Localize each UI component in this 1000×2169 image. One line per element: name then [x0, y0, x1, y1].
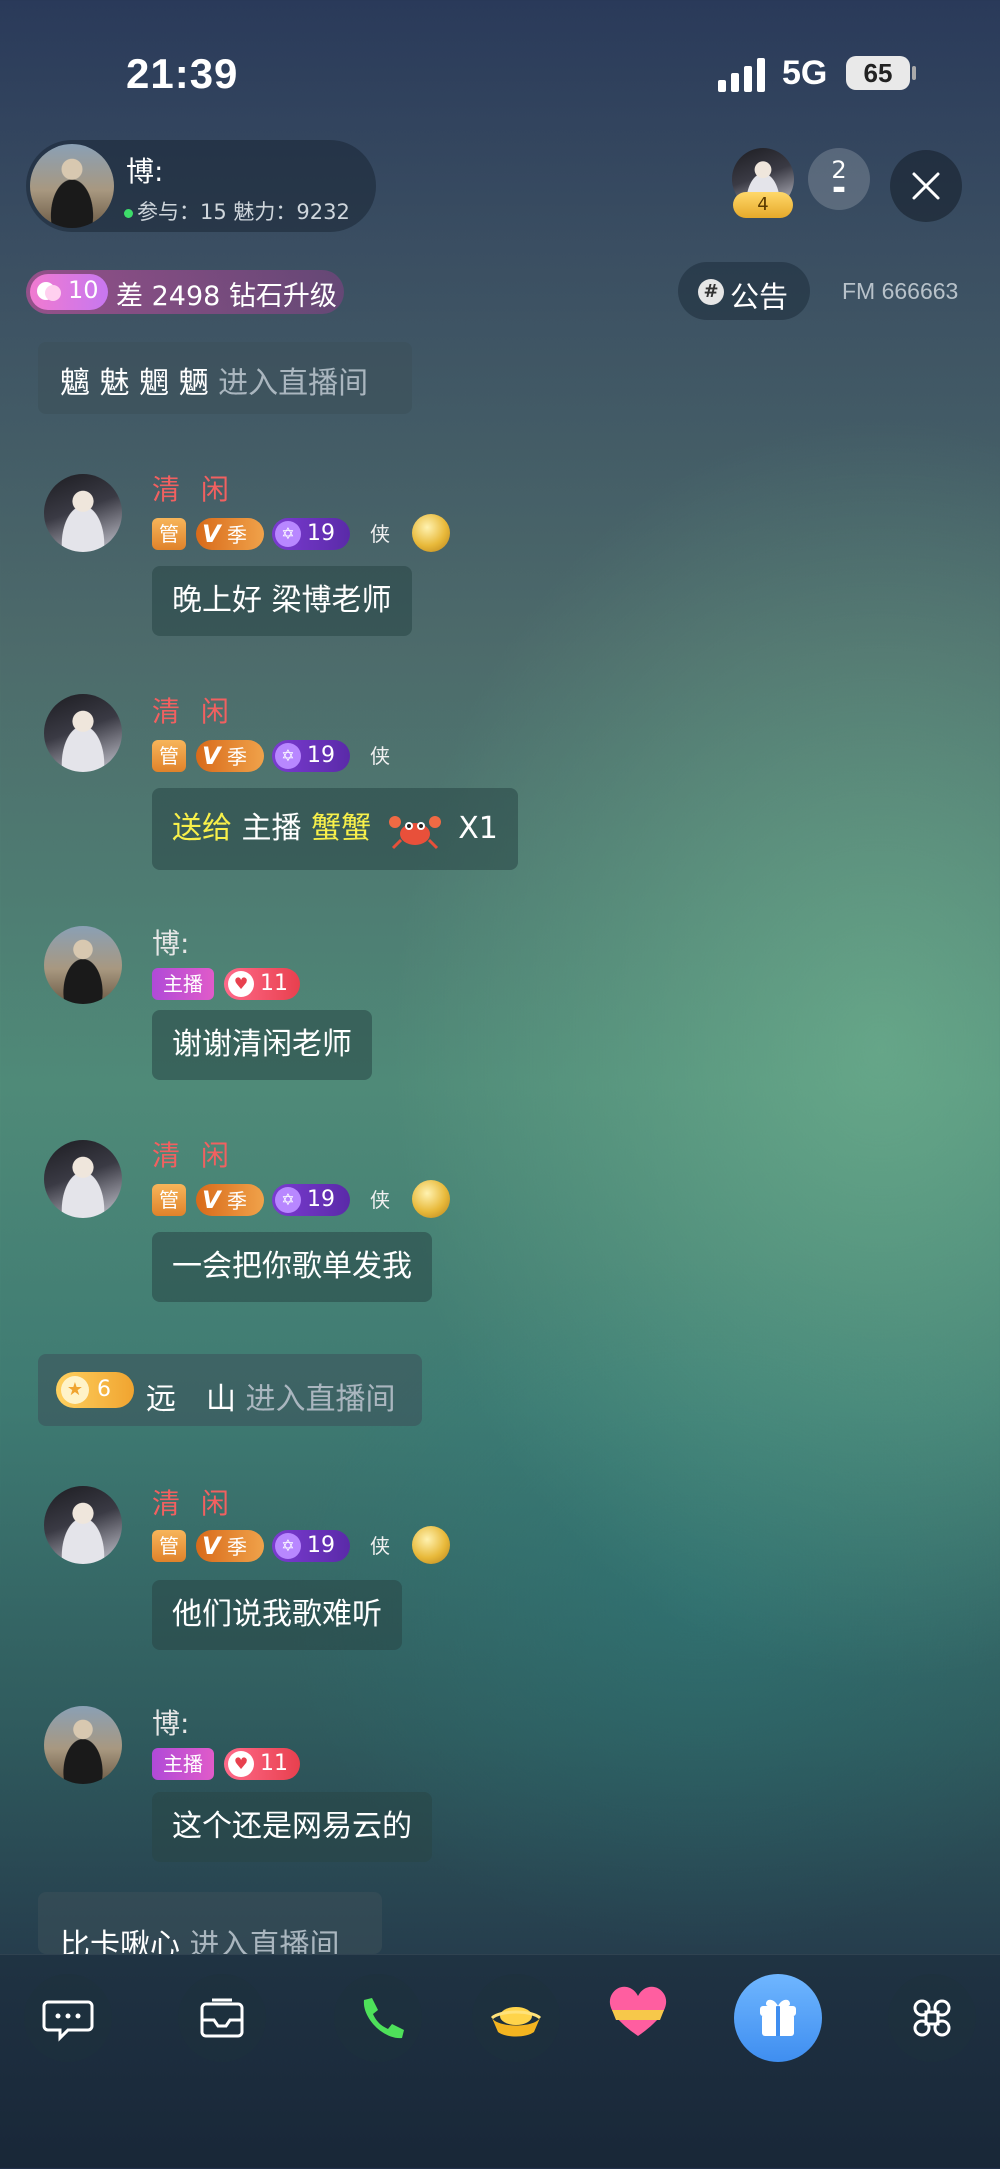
- gold-ingot-icon: [490, 2007, 542, 2037]
- admin-badge: 管: [152, 1184, 186, 1216]
- system-message-text: 比卡啾心 进入直播间: [60, 1920, 340, 1954]
- chevron-down-icon: ▬: [832, 181, 846, 197]
- command-grid-icon: [913, 1999, 951, 2037]
- inbox-icon: [200, 1998, 244, 2038]
- network-label: 5G: [782, 54, 828, 92]
- chat-bubble: 这个还是网易云的: [152, 1792, 432, 1862]
- chat-bubble: 一会把你歌单发我: [152, 1232, 432, 1302]
- online-dot: [124, 208, 133, 218]
- user-level-badge: ✡ 19: [272, 518, 350, 550]
- close-button[interactable]: [890, 150, 962, 222]
- host-role-badge: 主播: [152, 968, 214, 1000]
- system-message-text: 魑 魅 魍 魉 进入直播间: [60, 358, 368, 402]
- user-name[interactable]: 清 闲: [152, 690, 235, 730]
- admin-badge: 管: [152, 740, 186, 772]
- user-avatar[interactable]: [44, 1140, 122, 1218]
- notice-label: 公告: [730, 280, 789, 314]
- admin-badge: 管: [152, 518, 186, 550]
- shield-icon: 侠: [370, 1534, 390, 1558]
- hashtag-icon: #: [698, 279, 724, 305]
- user-name[interactable]: 魑 魅 魍 魉: [60, 366, 209, 401]
- gift-target: 主播: [241, 811, 302, 846]
- charm-level-badge: ♥ 11: [224, 1748, 300, 1780]
- chat-bubble: 晚上好 梁博老师: [152, 566, 412, 636]
- call-button[interactable]: [334, 1974, 422, 2062]
- gift-count: X1: [458, 811, 498, 846]
- host-avatar[interactable]: [30, 144, 114, 228]
- host-role-badge: 主播: [152, 1748, 214, 1780]
- host-avatar[interactable]: [44, 1706, 122, 1784]
- gift-button[interactable]: [734, 1974, 822, 2062]
- user-name[interactable]: 博:: [152, 1702, 189, 1742]
- user-name[interactable]: 清 闲: [152, 1482, 235, 1522]
- host-stats-text: 参与：15 魅力：9232: [137, 200, 350, 224]
- coin-badge-icon: [412, 1180, 450, 1218]
- chat-bubble: 他们说我歌难听: [152, 1580, 402, 1650]
- user-level-badge: ✡ 19: [272, 1184, 350, 1216]
- host-name: 博:: [126, 155, 164, 188]
- shield-icon: 侠: [370, 744, 390, 768]
- battery-indicator: 65: [846, 56, 910, 90]
- shield-icon: 侠: [370, 1188, 390, 1212]
- shield-icon: 侠: [370, 522, 390, 546]
- charm-level-badge: ♥ 11: [224, 968, 300, 1000]
- gift-message-bubble: 送给 主播 蟹蟹 X1: [152, 788, 518, 870]
- admin-badge: 管: [152, 1530, 186, 1562]
- vip-badge: V 季: [196, 518, 264, 550]
- user-avatar[interactable]: [44, 694, 122, 772]
- crab-gift-icon: [388, 815, 441, 849]
- heart-gift-button[interactable]: [598, 1970, 678, 2050]
- enter-action: 进入直播间: [189, 1928, 340, 1954]
- vip-badge: V 季: [196, 1184, 264, 1216]
- system-message-text: 远 山 进入直播间: [146, 1374, 396, 1418]
- coin-badge-icon: [412, 1526, 450, 1564]
- inbox-button[interactable]: [178, 1974, 266, 2062]
- chat-bubble-icon: [37, 282, 61, 301]
- status-time: 21:39: [126, 50, 239, 97]
- user-level-badge: ✡ 19: [272, 740, 350, 772]
- user-level-badge: ★ 6: [56, 1372, 134, 1408]
- user-level-badge: ✡ 19: [272, 1530, 350, 1562]
- coin-badge-icon: [412, 514, 450, 552]
- signal-icon: [718, 58, 765, 92]
- user-avatar[interactable]: [44, 1486, 122, 1564]
- user-name[interactable]: 远 山: [146, 1382, 236, 1417]
- more-button[interactable]: [888, 1974, 976, 2062]
- viewer-rank-badge: 4: [733, 192, 793, 218]
- enter-action: 进入直播间: [245, 1382, 396, 1417]
- viewer-count: 2: [831, 156, 847, 184]
- heart-gift-icon: [609, 1986, 667, 2036]
- room-id: FM 666663: [842, 278, 959, 304]
- user-name[interactable]: 清 闲: [152, 468, 235, 508]
- chat-bubble: 谢谢清闲老师: [152, 1010, 372, 1080]
- chat-icon: [42, 2000, 94, 2042]
- battery-nub: [912, 66, 916, 80]
- close-icon: [912, 172, 940, 200]
- user-avatar[interactable]: [44, 474, 122, 552]
- enter-action: 进入直播间: [218, 366, 369, 401]
- gift-name: 蟹蟹: [311, 811, 372, 846]
- gift-prefix: 送给: [172, 811, 232, 846]
- host-stats: 参与：15 魅力：9232: [124, 196, 350, 226]
- host-avatar[interactable]: [44, 926, 122, 1004]
- phone-icon: [363, 1998, 404, 2039]
- viewer-count-button[interactable]: 2 ▬: [808, 148, 870, 210]
- user-name[interactable]: 博:: [152, 922, 189, 962]
- user-name[interactable]: 比卡啾心: [60, 1928, 180, 1954]
- user-name[interactable]: 清 闲: [152, 1134, 235, 1174]
- vip-badge: V 季: [196, 740, 264, 772]
- level-upgrade-text: 差 2498 钻石升级: [116, 281, 337, 312]
- gift-icon: [760, 1999, 796, 2036]
- level-number: 10: [68, 276, 99, 304]
- vip-badge: V 季: [196, 1530, 264, 1562]
- chat-button[interactable]: [24, 1974, 112, 2062]
- gold-ingot-button[interactable]: [472, 1974, 560, 2062]
